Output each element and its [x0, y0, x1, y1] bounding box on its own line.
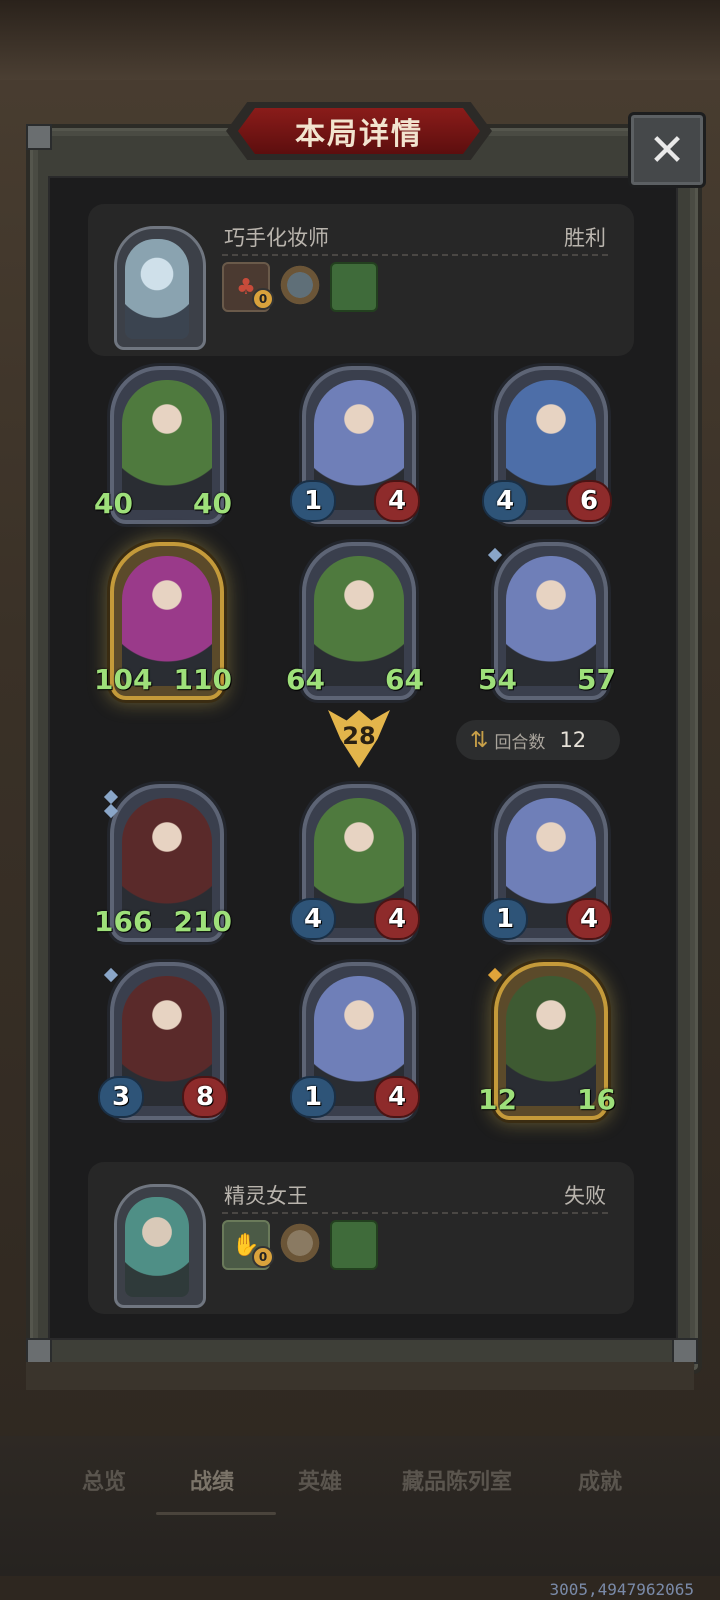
panel-bottom-strip [26, 1362, 694, 1390]
minion-card[interactable]: 104 110 [94, 542, 232, 702]
winner-items: ♣ 0 [222, 262, 378, 312]
loser-avatar[interactable] [114, 1184, 206, 1308]
minion-card[interactable]: 12 16 [478, 962, 616, 1122]
close-button[interactable]: ✕ [628, 112, 706, 188]
minion-health: 4 [374, 480, 420, 522]
minion-health: 4 [374, 898, 420, 940]
turn-cycle-icon: ⇅ [470, 727, 489, 753]
winner-result: 胜利 [564, 226, 606, 250]
turn-count-label: 回合数 [494, 732, 546, 753]
upgrade-gem-icon [487, 547, 503, 563]
minion-health: 4 [566, 898, 612, 940]
pocket-watch-icon[interactable] [278, 1220, 322, 1266]
minion-attack: 4 [482, 480, 528, 522]
divider [222, 254, 608, 256]
minion-health: 6 [566, 480, 612, 522]
minion-attack: 104 [94, 662, 153, 696]
minion-attack: 12 [478, 1082, 517, 1116]
minion-attack: 54 [478, 662, 517, 696]
frame-corner-bolt [672, 1338, 698, 1364]
potion-card-icon[interactable]: ♣ 0 [222, 262, 274, 312]
minion-health: 8 [182, 1076, 228, 1118]
coordinate-readout: 3005,4947962065 [549, 1580, 695, 1599]
minion-attack: 1 [482, 898, 528, 940]
minion-attack: 1 [290, 480, 336, 522]
minion-attack: 3 [98, 1076, 144, 1118]
divider [222, 1212, 608, 1214]
turn-count-badge: ⇅ 回合数 12 [456, 720, 620, 760]
minion-card[interactable]: 64 64 [286, 542, 424, 702]
minion-card[interactable]: 14 [290, 962, 420, 1122]
loser-items: ✋ 0 [222, 1220, 378, 1270]
minion-card[interactable]: 46 [482, 366, 612, 526]
hand-card-icon[interactable]: ✋ 0 [222, 1220, 274, 1270]
bottom-nav [0, 1436, 720, 1576]
minion-health: 64 [385, 662, 424, 696]
nav-overview[interactable]: 总览 [82, 1464, 126, 1496]
minion-card[interactable]: 44 [290, 784, 420, 944]
green-book-icon[interactable] [330, 262, 378, 312]
minion-card[interactable]: 40 40 [94, 366, 232, 526]
minion-attack: 40 [94, 486, 133, 520]
nav-achievements[interactable]: 成就 [578, 1464, 622, 1496]
minion-health: 16 [577, 1082, 616, 1116]
upgrade-gem-icon [103, 789, 119, 805]
minion-attack: 1 [290, 1076, 336, 1118]
minion-card[interactable]: 14 [290, 366, 420, 526]
coin-count: 0 [252, 288, 274, 310]
minion-health: 210 [173, 904, 232, 938]
green-book-icon[interactable] [330, 1220, 378, 1270]
nav-active-indicator [156, 1512, 276, 1515]
loser-result: 失败 [564, 1184, 606, 1208]
minion-card[interactable]: 38 [98, 962, 228, 1122]
minion-health: 40 [193, 486, 232, 520]
gold-gem-icon [487, 967, 503, 983]
round-marker-value: 28 [342, 722, 376, 750]
nav-records[interactable]: 战绩 [190, 1464, 234, 1496]
close-icon: ✕ [648, 124, 686, 176]
minion-attack: 166 [94, 904, 153, 938]
loser-card: 精灵女王 失败 ✋ 0 [88, 1162, 634, 1314]
winner-avatar[interactable] [114, 226, 206, 350]
minion-health: 4 [374, 1076, 420, 1118]
frame-corner-bolt [26, 1338, 52, 1364]
coin-count: 0 [252, 1246, 274, 1268]
loser-name: 精灵女王 [224, 1184, 308, 1208]
nav-collection[interactable]: 藏品陈列室 [402, 1464, 512, 1496]
wood-header-decoration [0, 0, 720, 80]
frame-corner-bolt [26, 124, 52, 150]
pocket-watch-icon[interactable] [278, 262, 322, 308]
nav-heroes[interactable]: 英雄 [298, 1464, 342, 1496]
page-title: 本局详情 [238, 108, 480, 154]
turn-count-value: 12 [559, 728, 587, 752]
minion-health: 110 [173, 662, 232, 696]
upgrade-gem-icon [103, 967, 119, 983]
minion-attack: 4 [290, 898, 336, 940]
minion-card[interactable]: 54 57 [478, 542, 616, 702]
winner-name: 巧手化妆师 [224, 226, 329, 250]
minion-health: 57 [577, 662, 616, 696]
winner-card: 巧手化妆师 胜利 ♣ 0 [88, 204, 634, 356]
minion-card[interactable]: 166 210 [94, 784, 232, 944]
minion-card[interactable]: 14 [482, 784, 612, 944]
minion-attack: 64 [286, 662, 325, 696]
